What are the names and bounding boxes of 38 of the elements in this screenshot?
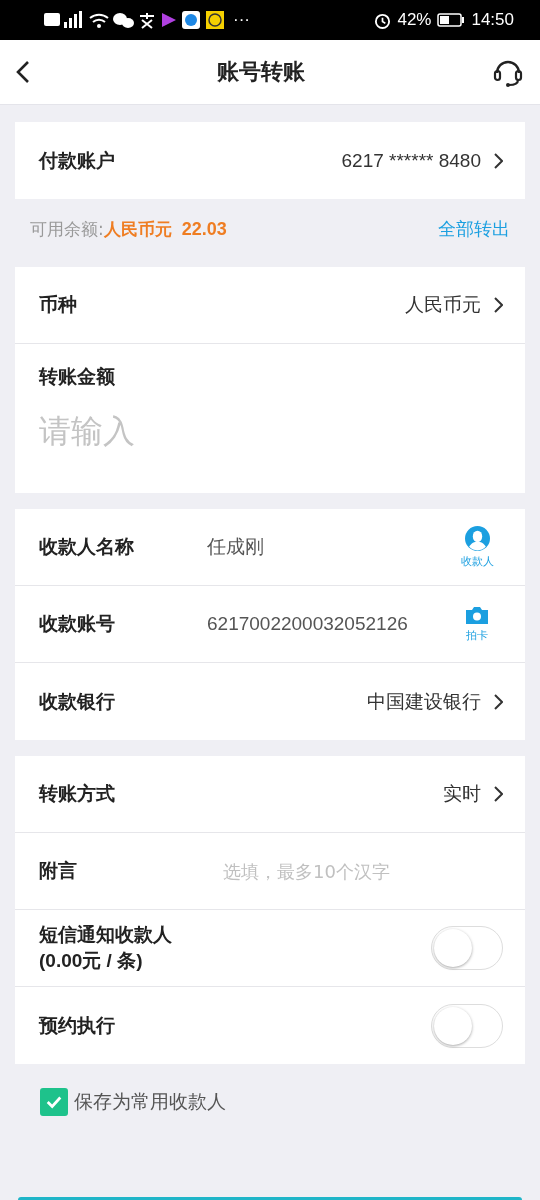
row-label: 收款人名称: [39, 534, 134, 559]
camera-icon: [465, 605, 489, 625]
row-value[interactable]: 实时: [443, 781, 481, 807]
chevron-icon: [493, 296, 503, 314]
row-sublabel: (0.00元 / 条): [39, 949, 144, 973]
balance-label: 可用余额:: [30, 217, 104, 241]
row-value: 任成刚: [207, 535, 265, 559]
balance-currency: 人民币元: [103, 217, 172, 241]
chevron-icon: [493, 151, 503, 170]
row-label: 附言: [39, 858, 77, 883]
page-title: 账号转账: [216, 58, 306, 86]
row-label: 预约执行: [39, 1012, 115, 1038]
save-payee-checkbox[interactable]: [40, 1088, 68, 1116]
more-notifications: ···: [233, 10, 250, 30]
row-value: 6217002200032052126: [207, 613, 409, 635]
battery-icon: [437, 13, 466, 27]
toggle-switch[interactable]: [431, 1003, 503, 1048]
clock: 14:50: [471, 10, 514, 30]
person-icon: [464, 525, 490, 551]
balance-amount: 22.03: [181, 218, 227, 240]
chevron-icon: [493, 692, 503, 711]
back-icon[interactable]: [16, 60, 30, 84]
alarm-icon: [374, 11, 392, 29]
row-value[interactable]: 人民币元: [405, 292, 481, 318]
account-number[interactable]: 6217 ****** 8480: [341, 149, 481, 172]
row-label: 转账方式: [39, 781, 115, 806]
chevron-icon: [493, 785, 503, 803]
row-value[interactable]: 中国建设银行: [367, 688, 481, 715]
row-label: 短信通知收款人: [39, 922, 172, 947]
battery-percent: 42%: [397, 10, 432, 30]
row-label: 付款账户: [39, 147, 115, 173]
amount-field[interactable]: 请输入: [39, 412, 503, 450]
row-label: 收款银行: [39, 688, 115, 714]
row-label: 币种: [39, 292, 77, 317]
checkbox-label: 保存为常用收款人: [74, 1089, 226, 1114]
row-label: 转账金额: [39, 364, 115, 389]
toggle-switch[interactable]: [431, 926, 503, 970]
row-label: 收款账号: [39, 611, 115, 636]
